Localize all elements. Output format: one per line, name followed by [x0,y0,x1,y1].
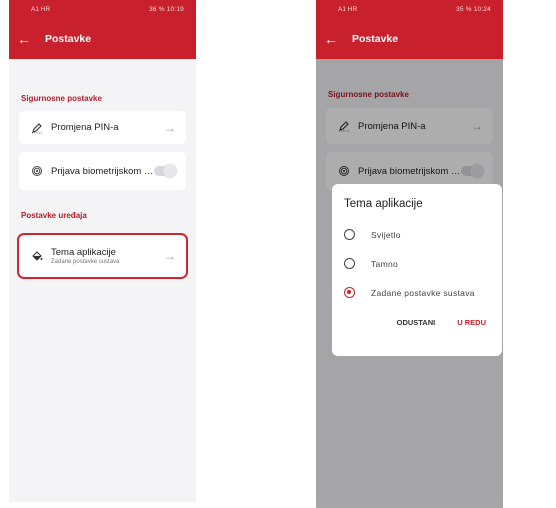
carrier-text: A1 HR [338,6,358,13]
toggle-knob [163,164,177,178]
fingerprint-icon [29,165,45,177]
arrow-right-icon: → [164,249,176,263]
app-bar: ← Postavke [316,19,503,59]
phone-screen-settings: A1 HR 36 % 10:19 ← Postavke Sigurnosne p… [9,0,196,508]
biometric-login-label: Prijava biometrijskom met... [51,165,154,177]
pen-icon [29,122,45,134]
theme-option-light[interactable]: Svijetlo [344,220,488,249]
section-title-security: Sigurnosne postavke [21,94,102,103]
section-title-device: Postavke uređaja [21,211,87,220]
app-bar: ← Postavke [9,19,196,59]
page-title: Postavke [45,33,92,45]
nav-bar [9,502,196,508]
radio-button-selected[interactable] [344,287,355,298]
radio-button[interactable] [344,229,355,240]
theme-option-system[interactable]: Zadane postavke sustava [344,278,488,307]
arrow-right-icon: → [164,120,176,135]
theme-option-dark[interactable]: Tamno [344,249,488,278]
dialog-title: Tema aplikacije [344,198,423,210]
option-label: Zadane postavke sustava [371,287,475,298]
biometric-toggle[interactable] [154,164,177,178]
page-title: Postavke [352,33,399,45]
arrow-left-icon[interactable]: ← [17,32,45,46]
theme-dialog: Tema aplikacije Svijetlo Tamno Zadane po… [332,184,502,356]
carrier-text: A1 HR [31,6,51,13]
paint-bucket-icon [29,250,45,262]
app-theme-label: Tema aplikacije [51,247,116,258]
status-bar: A1 HR 36 % 10:19 [9,0,196,19]
app-theme-item[interactable]: Tema aplikacije Zadane postavke sustava … [17,233,188,279]
option-label: Svijetlo [371,229,401,240]
radio-button[interactable] [344,258,355,269]
biometric-login-item: Prijava biometrijskom met... [19,152,186,190]
change-pin-item[interactable]: Promjena PIN-a → [19,111,186,144]
cancel-button[interactable]: ODUSTANI [397,318,436,327]
app-theme-value: Zadane postavke sustava [51,259,120,265]
option-label: Tamno [371,258,399,269]
change-pin-label: Promjena PIN-a [51,122,119,133]
app-theme-text: Tema aplikacije Zadane postavke sustava [51,247,164,265]
dialog-actions: ODUSTANI U REDU [344,318,488,327]
arrow-left-icon[interactable]: ← [324,32,352,46]
status-bar: A1 HR 35 % 10:24 [316,0,503,19]
nav-bar [316,502,503,508]
status-battery-time: 35 % 10:24 [456,6,491,13]
status-battery-time: 36 % 10:19 [149,6,184,13]
ok-button[interactable]: U REDU [457,318,486,327]
